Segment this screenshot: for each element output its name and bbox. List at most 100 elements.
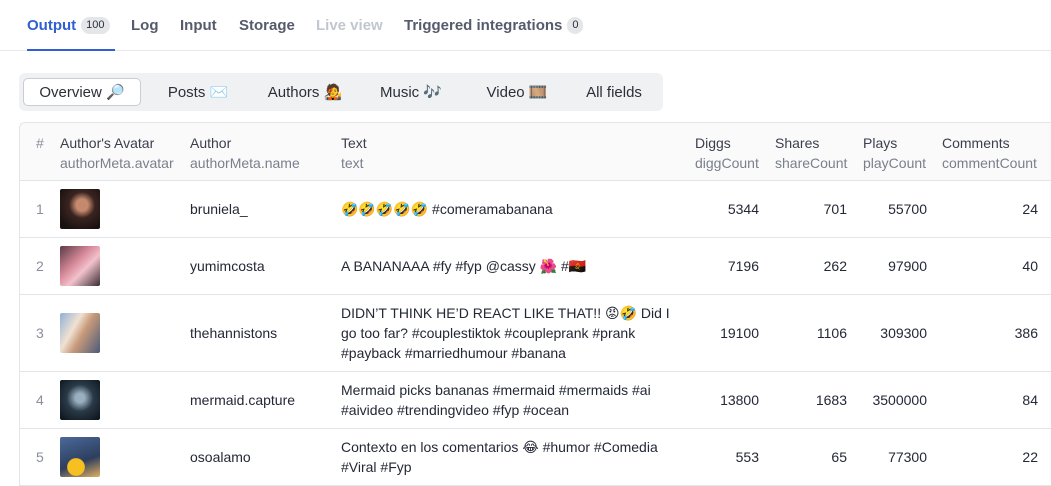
comment-count: 22 <box>1022 449 1038 465</box>
view-overview[interactable]: Overview 🔎 <box>23 78 141 106</box>
header-title: Author <box>190 135 232 151</box>
row-index: 5 <box>36 449 44 465</box>
header-comments[interactable]: Comments commentCount <box>942 133 1037 173</box>
tab-label: Input <box>180 16 217 34</box>
share-count: 701 <box>823 201 847 217</box>
play-count: 309300 <box>880 325 927 341</box>
header-field: authorMeta.name <box>190 155 300 171</box>
view-switcher: Overview 🔎 Posts ✉️ Authors 🧑‍🎤 Music 🎶 … <box>19 73 663 111</box>
digg-count: 19100 <box>720 325 759 341</box>
header-index: # <box>36 135 44 151</box>
header-title: Text <box>341 135 367 151</box>
author-name: mermaid.capture <box>190 392 296 408</box>
share-count: 65 <box>831 449 847 465</box>
header-field: playCount <box>863 155 927 171</box>
text-line: Contexto en los comentarios 😂 #humor #Co… <box>341 439 658 455</box>
table-row[interactable]: 5 osoalamo Contexto en los comentarios 😂… <box>20 429 1051 485</box>
header-avatar[interactable]: Author's Avatar authorMeta.avatar <box>60 133 174 173</box>
tab-live-view: Live view <box>316 0 383 50</box>
text-line: DIDN’T THINK HE’D REACT LIKE THAT!! 😡🤣 D… <box>341 305 670 321</box>
count-badge: 0 <box>567 16 584 34</box>
row-index: 1 <box>36 201 44 217</box>
comment-count: 40 <box>1022 258 1038 274</box>
header-shares[interactable]: Shares shareCount <box>775 133 847 173</box>
view-all-fields[interactable]: All fields <box>575 78 653 106</box>
view-authors[interactable]: Authors 🧑‍🎤 <box>255 78 355 106</box>
header-title: Plays <box>863 135 898 151</box>
output-tabs: Output 100 Log Input Storage Live view T… <box>0 0 1051 51</box>
table-header: # Author's Avatar authorMeta.avatar Auth… <box>20 123 1051 181</box>
header-field: commentCount <box>942 155 1037 171</box>
header-plays[interactable]: Plays playCount <box>863 133 926 173</box>
play-count: 97900 <box>888 258 927 274</box>
post-text: Contexto en los comentarios 😂 #humor #Co… <box>341 437 686 477</box>
header-diggs[interactable]: Diggs diggCount <box>695 133 759 173</box>
view-posts[interactable]: Posts ✉️ <box>153 78 243 106</box>
author-avatar[interactable] <box>60 313 100 353</box>
author-name: yumimcosta <box>190 258 265 274</box>
digg-count: 553 <box>735 449 759 465</box>
view-music[interactable]: Music 🎶 <box>369 78 453 106</box>
text-line: A BANANAAA #fy #fyp @cassy 🌺 #🇦🇴 <box>341 258 587 274</box>
author-name: osoalamo <box>190 449 251 465</box>
author-avatar[interactable] <box>60 189 100 229</box>
post-text: 🤣🤣🤣🤣🤣 #comeramabanana <box>341 199 686 219</box>
text-line: #Viral #Fyp <box>341 459 412 475</box>
text-line: go too far? #couplestiktok #coupleprank … <box>341 325 636 341</box>
play-count: 3500000 <box>872 392 927 408</box>
row-index: 2 <box>36 258 44 274</box>
post-text: A BANANAAA #fy #fyp @cassy 🌺 #🇦🇴 <box>341 256 686 276</box>
post-text: Mermaid picks bananas #mermaid #mermaids… <box>341 380 686 420</box>
digg-count: 7196 <box>727 258 759 274</box>
header-title: Comments <box>942 135 1010 151</box>
header-field: diggCount <box>695 155 759 171</box>
author-avatar[interactable] <box>60 380 100 420</box>
tab-label: Output <box>27 16 77 34</box>
text-line: #aivideo #trendingvideo #fyp #ocean <box>341 402 570 418</box>
results-table: # Author's Avatar authorMeta.avatar Auth… <box>19 122 1051 486</box>
post-text: DIDN’T THINK HE’D REACT LIKE THAT!! 😡🤣 D… <box>341 303 686 363</box>
text-line: #payback #marriedhumour #banana <box>341 345 566 361</box>
play-count: 77300 <box>888 449 927 465</box>
author-name: thehannistons <box>190 325 278 341</box>
tab-label: Live view <box>316 16 383 34</box>
comment-count: 24 <box>1022 201 1038 217</box>
tab-storage[interactable]: Storage <box>239 0 295 50</box>
digg-count: 13800 <box>720 392 759 408</box>
header-field: text <box>341 155 364 171</box>
table-row[interactable]: 1 bruniela_ 🤣🤣🤣🤣🤣 #comeramabanana 5344 7… <box>20 181 1051 238</box>
digg-count: 5344 <box>727 201 759 217</box>
author-avatar[interactable] <box>60 437 100 477</box>
header-title: Diggs <box>695 135 731 151</box>
text-line: 🤣🤣🤣🤣🤣 #comeramabanana <box>341 201 553 217</box>
header-title: Author's Avatar <box>60 135 155 151</box>
share-count: 262 <box>823 258 847 274</box>
text-line: Mermaid picks bananas #mermaid #mermaids… <box>341 382 651 398</box>
tab-label: Storage <box>239 16 295 34</box>
table-row[interactable]: 3 thehannistons DIDN’T THINK HE’D REACT … <box>20 295 1051 372</box>
tab-input[interactable]: Input <box>180 0 217 50</box>
header-text[interactable]: Text text <box>341 133 367 173</box>
author-avatar[interactable] <box>60 246 100 286</box>
header-title: Shares <box>775 135 820 151</box>
header-field: shareCount <box>775 155 848 171</box>
tab-triggered-integrations[interactable]: Triggered integrations 0 <box>404 0 584 50</box>
comment-count: 386 <box>1014 325 1038 341</box>
row-index: 4 <box>36 392 44 408</box>
tab-label: Triggered integrations <box>404 16 563 34</box>
header-field: authorMeta.avatar <box>60 155 174 171</box>
table-row[interactable]: 4 mermaid.capture Mermaid picks bananas … <box>20 372 1051 429</box>
share-count: 1683 <box>815 392 847 408</box>
tab-log[interactable]: Log <box>131 0 159 50</box>
share-count: 1106 <box>816 325 847 341</box>
view-video[interactable]: Video 🎞️ <box>471 78 563 106</box>
table-row[interactable]: 2 yumimcosta A BANANAAA #fy #fyp @cassy … <box>20 238 1051 295</box>
tab-output[interactable]: Output 100 <box>27 0 115 51</box>
author-name: bruniela_ <box>190 201 248 217</box>
header-author[interactable]: Author authorMeta.name <box>190 133 300 173</box>
play-count: 55700 <box>888 201 927 217</box>
comment-count: 84 <box>1022 392 1038 408</box>
row-index: 3 <box>36 325 44 341</box>
count-badge: 100 <box>81 16 110 34</box>
tab-label: Log <box>131 16 159 34</box>
